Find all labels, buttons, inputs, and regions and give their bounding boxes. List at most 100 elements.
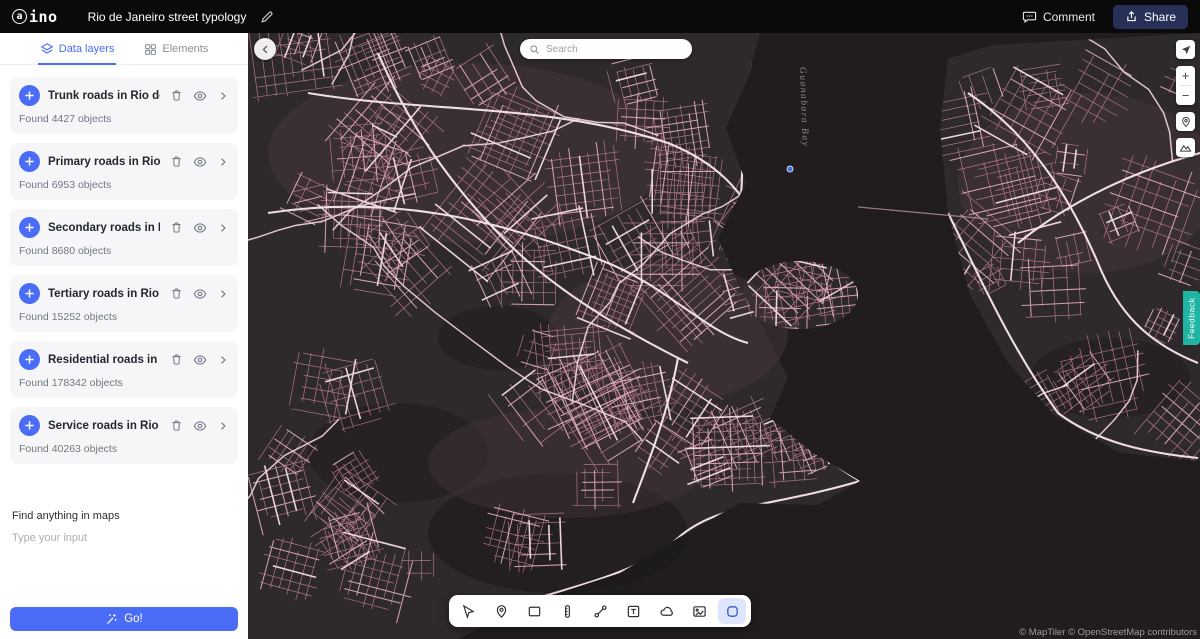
expand-layer-button[interactable] — [217, 90, 229, 102]
map-poi-dot — [786, 165, 794, 173]
add-layer-button[interactable] — [19, 151, 40, 172]
pin-icon — [496, 604, 506, 618]
eye-icon — [193, 222, 207, 233]
plus-icon — [25, 289, 34, 298]
go-button[interactable]: Go! — [10, 607, 238, 631]
ruler-tool-button[interactable] — [553, 598, 581, 624]
sidebar-collapse-button[interactable] — [254, 38, 276, 60]
layer-name: Service roads in Rio de J — [48, 419, 160, 432]
add-layer-button[interactable] — [19, 415, 40, 436]
delete-layer-button[interactable] — [170, 155, 183, 168]
layer-card: Secondary roads in Rio d Found 8680 obje… — [10, 209, 238, 266]
rectangle-icon — [528, 606, 540, 616]
route-tool-button[interactable] — [586, 598, 614, 624]
topbar: a ino Rio de Janeiro street typology Com… — [0, 0, 1200, 33]
tab-data-layers[interactable]: Data layers — [37, 35, 117, 65]
chevron-right-icon — [221, 289, 226, 298]
trash-icon — [172, 156, 181, 167]
map-canvas[interactable]: Guanabara Bay + − — [248, 33, 1200, 639]
comment-button[interactable]: Comment — [1022, 9, 1095, 24]
toggle-visibility-button[interactable] — [193, 221, 207, 235]
expand-layer-button[interactable] — [217, 420, 229, 432]
map-attribution: © MapTiler © OpenStreetMap contributors — [1019, 627, 1197, 638]
locate-button[interactable] — [1176, 112, 1195, 131]
finder-label: Find anything in maps — [12, 510, 120, 522]
toggle-visibility-button[interactable] — [193, 89, 207, 103]
toggle-visibility-button[interactable] — [193, 155, 207, 169]
chevron-right-icon — [221, 223, 226, 232]
layer-name: Residential roads in Rio c — [48, 353, 160, 366]
share-button[interactable]: Share — [1112, 4, 1188, 29]
layers-icon — [40, 43, 54, 54]
compass-button[interactable] — [1176, 40, 1195, 59]
plus-icon — [25, 157, 34, 166]
delete-layer-button[interactable] — [170, 89, 183, 102]
trash-icon — [172, 90, 181, 101]
grid-icon — [145, 43, 157, 55]
layer-card-top: Secondary roads in Rio d — [19, 217, 229, 238]
eye-icon — [193, 90, 207, 101]
text-icon — [627, 605, 639, 617]
toggle-visibility-button[interactable] — [193, 419, 207, 433]
layer-card: Service roads in Rio de J Found 40263 ob… — [10, 407, 238, 464]
layer-card-top: Residential roads in Rio c — [19, 349, 229, 370]
expand-layer-button[interactable] — [217, 354, 229, 366]
delete-layer-button[interactable] — [170, 287, 183, 300]
expand-layer-button[interactable] — [217, 222, 229, 234]
document-title: Rio de Janeiro street typology — [87, 9, 247, 24]
feedback-tab[interactable]: Feedback — [1183, 291, 1200, 345]
go-label: Go! — [124, 613, 143, 625]
add-layer-button[interactable] — [19, 85, 40, 106]
finder-input[interactable] — [12, 532, 236, 544]
map-search-input[interactable] — [546, 43, 683, 55]
layer-found-count: Found 4427 objects — [19, 113, 112, 125]
add-layer-button[interactable] — [19, 217, 40, 238]
expand-layer-button[interactable] — [217, 288, 229, 300]
plus-icon — [25, 421, 34, 430]
layer-found-count: Found 15252 objects — [19, 311, 118, 323]
toggle-visibility-button[interactable] — [193, 287, 207, 301]
map-render: Guanabara Bay — [248, 33, 1200, 639]
rename-button[interactable] — [260, 10, 274, 24]
delete-layer-button[interactable] — [170, 419, 183, 432]
layer-card-top: Tertiary roads in Rio de J — [19, 283, 229, 304]
expand-layer-button[interactable] — [217, 156, 229, 168]
toggle-visibility-button[interactable] — [193, 353, 207, 367]
delete-layer-button[interactable] — [170, 221, 183, 234]
cloud-tool-button[interactable] — [652, 598, 680, 624]
layer-found-count: Found 178342 objects — [19, 377, 123, 389]
plus-icon — [25, 223, 34, 232]
image-tool-button[interactable] — [685, 598, 713, 624]
comment-icon — [1022, 11, 1037, 24]
chevron-right-icon — [221, 421, 226, 430]
share-label: Share — [1143, 9, 1176, 24]
layer-card: Residential roads in Rio c Found 178342 … — [10, 341, 238, 398]
zoom-controls: + − — [1176, 66, 1195, 105]
cloud-icon — [659, 606, 673, 616]
delete-layer-button[interactable] — [170, 353, 183, 366]
layer-list: Trunk roads in Rio de Jar Found 4427 obj… — [0, 65, 248, 464]
app-logo[interactable]: a ino — [12, 8, 58, 26]
plus-icon — [25, 355, 34, 364]
trash-icon — [172, 222, 181, 233]
pencil-icon — [261, 10, 273, 23]
shape-tool-button[interactable] — [718, 598, 746, 624]
add-layer-button[interactable] — [19, 283, 40, 304]
layer-card: Primary roads in Rio de J Found 6953 obj… — [10, 143, 238, 200]
add-layer-button[interactable] — [19, 349, 40, 370]
route-icon — [593, 604, 607, 618]
zoom-in-button[interactable]: + — [1176, 66, 1195, 85]
map-pin-icon — [1181, 116, 1190, 127]
text-tool-button[interactable] — [619, 598, 647, 624]
pin-tool-button[interactable] — [487, 598, 515, 624]
tab-elements[interactable]: Elements — [142, 35, 210, 65]
zoom-out-button[interactable]: − — [1176, 86, 1195, 105]
select-tool-button[interactable] — [454, 598, 482, 624]
rounded-square-icon — [726, 605, 738, 617]
terrain-button[interactable] — [1176, 138, 1195, 157]
layer-card-top: Service roads in Rio de J — [19, 415, 229, 436]
eye-icon — [193, 156, 207, 167]
layer-found-count: Found 8680 objects — [19, 245, 112, 257]
rectangle-tool-button[interactable] — [520, 598, 548, 624]
